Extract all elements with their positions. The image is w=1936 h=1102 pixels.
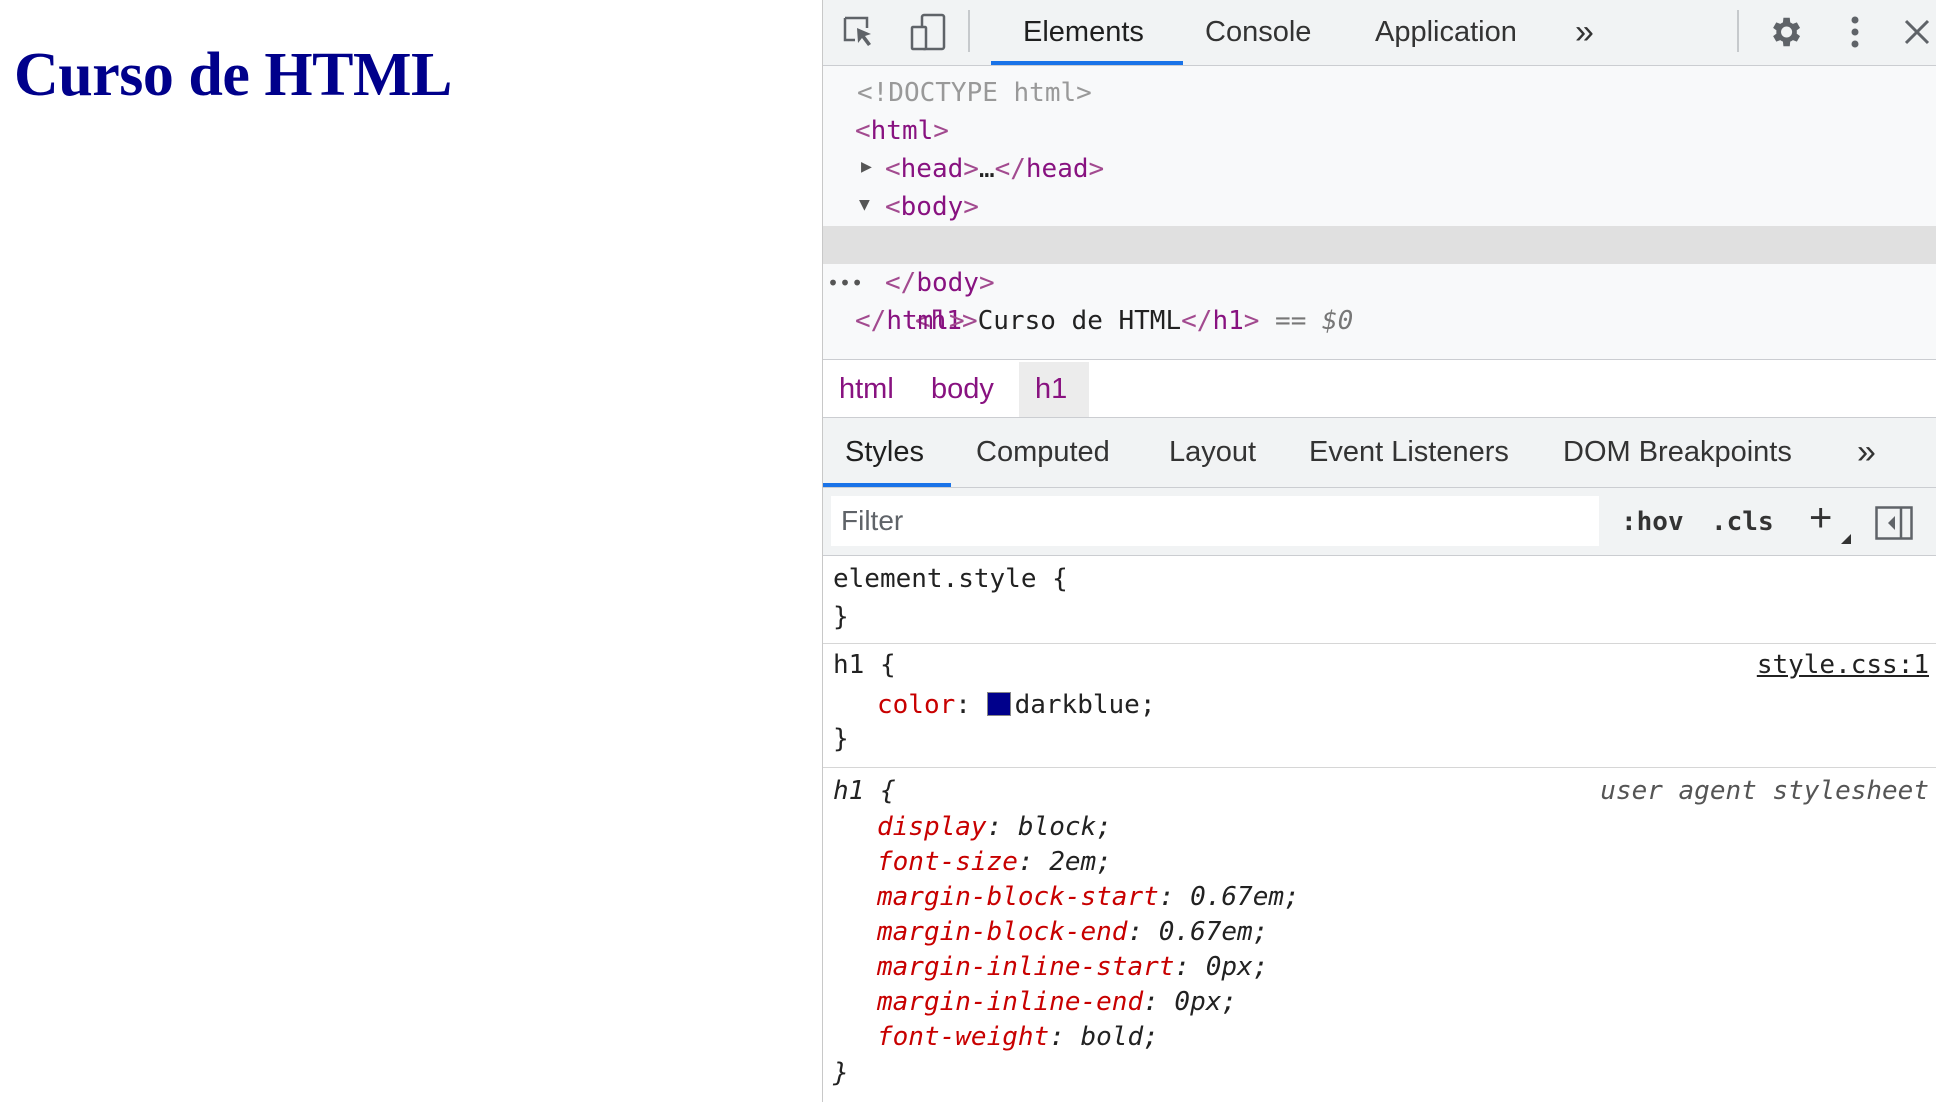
- tab-application[interactable]: Application: [1375, 0, 1517, 66]
- tab-computed[interactable]: Computed: [976, 418, 1110, 488]
- dom-node-html-close[interactable]: </html>: [855, 302, 965, 340]
- kebab-menu-icon[interactable]: [1835, 12, 1875, 52]
- css-declaration[interactable]: font-size: 2em;: [877, 845, 1112, 879]
- new-rule-dropdown-icon[interactable]: [1841, 534, 1851, 544]
- dom-node-head[interactable]: <head>…</head>: [885, 150, 1104, 188]
- rule-element-style: element.style { }: [823, 556, 1936, 644]
- rule-close-brace: }: [833, 1058, 849, 1088]
- rule-selector[interactable]: element.style {: [833, 562, 1068, 596]
- active-tab-indicator: [991, 61, 1183, 65]
- active-subtab-indicator: [823, 483, 951, 487]
- css-declaration[interactable]: font-weight: bold;: [877, 1020, 1159, 1054]
- new-style-rule-button[interactable]: +: [1809, 496, 1832, 540]
- breadcrumb-body[interactable]: body: [915, 362, 1010, 417]
- rule-h1-author: h1 { style.css:1 color: darkblue; }: [823, 644, 1936, 768]
- hov-toggle-button[interactable]: :hov: [1621, 500, 1684, 544]
- tab-console[interactable]: Console: [1205, 0, 1311, 66]
- expand-triangle-icon[interactable]: ▶: [861, 156, 872, 177]
- tab-layout[interactable]: Layout: [1169, 418, 1256, 488]
- more-tabs-icon[interactable]: »: [1575, 0, 1594, 66]
- toolbar-separator: [1737, 10, 1739, 52]
- tab-styles[interactable]: Styles: [845, 418, 924, 488]
- dom-doctype[interactable]: <!DOCTYPE html>: [857, 74, 1092, 112]
- color-swatch-icon[interactable]: [986, 692, 1011, 716]
- breadcrumb-html[interactable]: html: [823, 362, 910, 417]
- css-declaration[interactable]: color: darkblue;: [877, 688, 1155, 722]
- inspect-icon[interactable]: [839, 12, 879, 52]
- filter-input[interactable]: [831, 496, 1599, 546]
- tab-event-listeners[interactable]: Event Listeners: [1309, 418, 1509, 488]
- styles-subtabs: Styles Computed Layout Event Listeners D…: [823, 418, 1936, 488]
- css-declaration[interactable]: margin-block-start: 0.67em;: [877, 880, 1300, 914]
- close-icon[interactable]: [1897, 12, 1936, 52]
- css-declaration[interactable]: margin-inline-end: 0px;: [877, 985, 1237, 1019]
- rule-selector[interactable]: h1 {: [833, 774, 896, 808]
- stylesheet-link[interactable]: style.css:1: [1757, 648, 1929, 682]
- css-declaration[interactable]: margin-inline-start: 0px;: [877, 950, 1268, 984]
- rule-close-brace: }: [833, 724, 849, 754]
- breadcrumb-h1[interactable]: h1: [1019, 362, 1089, 417]
- user-agent-source-label: user agent stylesheet: [1600, 776, 1929, 806]
- page-heading: Curso de HTML: [14, 41, 452, 109]
- devtools-panel: Elements Console Application » <!DOCTYPE…: [822, 0, 1936, 1102]
- toggle-sidebar-icon[interactable]: [1875, 506, 1913, 545]
- cls-toggle-button[interactable]: .cls: [1711, 500, 1774, 544]
- rule-close-brace: }: [833, 602, 849, 632]
- dom-tree: <!DOCTYPE html> <html> ▶ <head>…</head> …: [823, 66, 1936, 360]
- dom-node-body-close[interactable]: </body>: [885, 264, 995, 302]
- rule-selector[interactable]: h1 {: [833, 648, 896, 682]
- devtools-toolbar: Elements Console Application »: [823, 0, 1936, 66]
- toolbar-separator: [968, 10, 970, 52]
- tab-dom-breakpoints[interactable]: DOM Breakpoints: [1563, 418, 1792, 488]
- dom-node-html[interactable]: <html>: [855, 112, 949, 150]
- breadcrumb: html body h1: [823, 362, 1936, 418]
- styles-filter-bar: :hov .cls +: [823, 488, 1936, 556]
- device-toggle-icon[interactable]: [909, 12, 949, 52]
- more-subtabs-icon[interactable]: »: [1857, 418, 1876, 488]
- collapse-triangle-icon[interactable]: ▼: [859, 194, 870, 215]
- dom-node-h1-selected[interactable]: ••• <h1>Curso de HTML</h1> == $0: [823, 226, 1936, 336]
- rule-h1-user-agent: h1 { user agent stylesheet display: bloc…: [823, 768, 1936, 1102]
- node-actions-icon[interactable]: •••: [827, 264, 863, 302]
- page-viewport: Curso de HTML: [0, 0, 822, 1102]
- gear-icon[interactable]: [1765, 12, 1805, 52]
- dom-node-body[interactable]: <body>: [885, 188, 979, 226]
- css-declaration[interactable]: margin-block-end: 0.67em;: [877, 915, 1268, 949]
- css-declaration[interactable]: display: block;: [877, 810, 1112, 844]
- tab-elements[interactable]: Elements: [1023, 0, 1144, 66]
